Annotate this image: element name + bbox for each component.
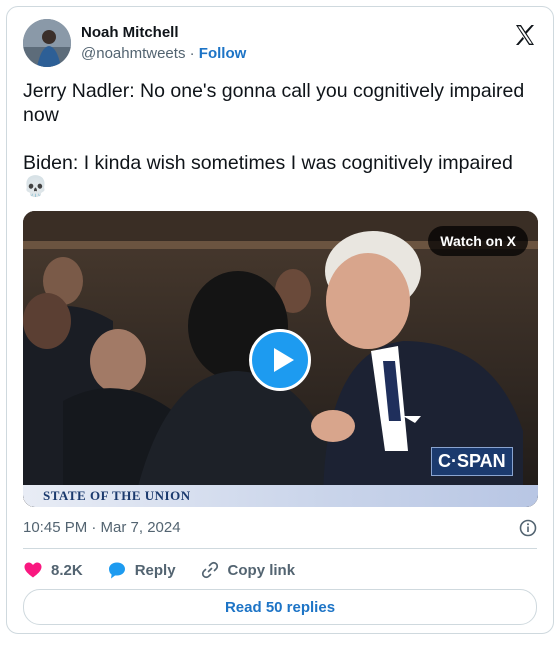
reply-button[interactable]: Reply (107, 560, 176, 580)
like-count: 8.2K (51, 561, 83, 579)
copy-link-button[interactable]: Copy link (200, 560, 296, 580)
reply-bubble-icon (108, 562, 125, 579)
follow-button[interactable]: Follow (199, 45, 247, 62)
tweet-line-1: Jerry Nadler: No one's gonna call you co… (23, 80, 525, 126)
banner-text: STATE OF THE UNION (43, 488, 191, 503)
copy-link-label: Copy link (227, 561, 296, 579)
tweet-line-2: Biden: I kinda wish sometimes I was cogn… (23, 152, 513, 174)
author-handle[interactable]: @noahmtweets (81, 45, 185, 62)
x-logo-icon[interactable] (513, 23, 537, 47)
avatar[interactable] (23, 19, 71, 67)
tweet-card: Noah Mitchell @noahmtweets · Follow Jerr… (6, 6, 554, 634)
info-icon[interactable] (519, 519, 537, 537)
video-player[interactable]: Watch on X C·SPAN STATE OF THE UNION (23, 211, 538, 507)
play-button[interactable] (249, 329, 311, 391)
cspan-logo: C·SPAN (431, 447, 513, 476)
author-name[interactable]: Noah Mitchell (81, 24, 179, 41)
watch-on-x-button[interactable]: Watch on X (428, 226, 528, 256)
timestamp[interactable]: 10:45 PM · Mar 7, 2024 (23, 519, 181, 536)
divider (23, 548, 537, 549)
like-button[interactable]: 8.2K (23, 560, 83, 580)
action-bar: 8.2K Reply Copy link (23, 558, 319, 582)
reply-label: Reply (134, 561, 176, 579)
read-replies-button[interactable]: Read 50 replies (23, 589, 537, 625)
state-of-the-union-banner: STATE OF THE UNION (23, 485, 538, 507)
skull-emoji-icon: 💀 (23, 176, 48, 198)
link-icon (201, 561, 218, 579)
separator: · (189, 45, 195, 62)
heart-icon (24, 562, 42, 578)
author-handle-row: @noahmtweets · Follow (81, 45, 246, 62)
tweet-text: Jerry Nadler: No one's gonna call you co… (23, 79, 538, 199)
